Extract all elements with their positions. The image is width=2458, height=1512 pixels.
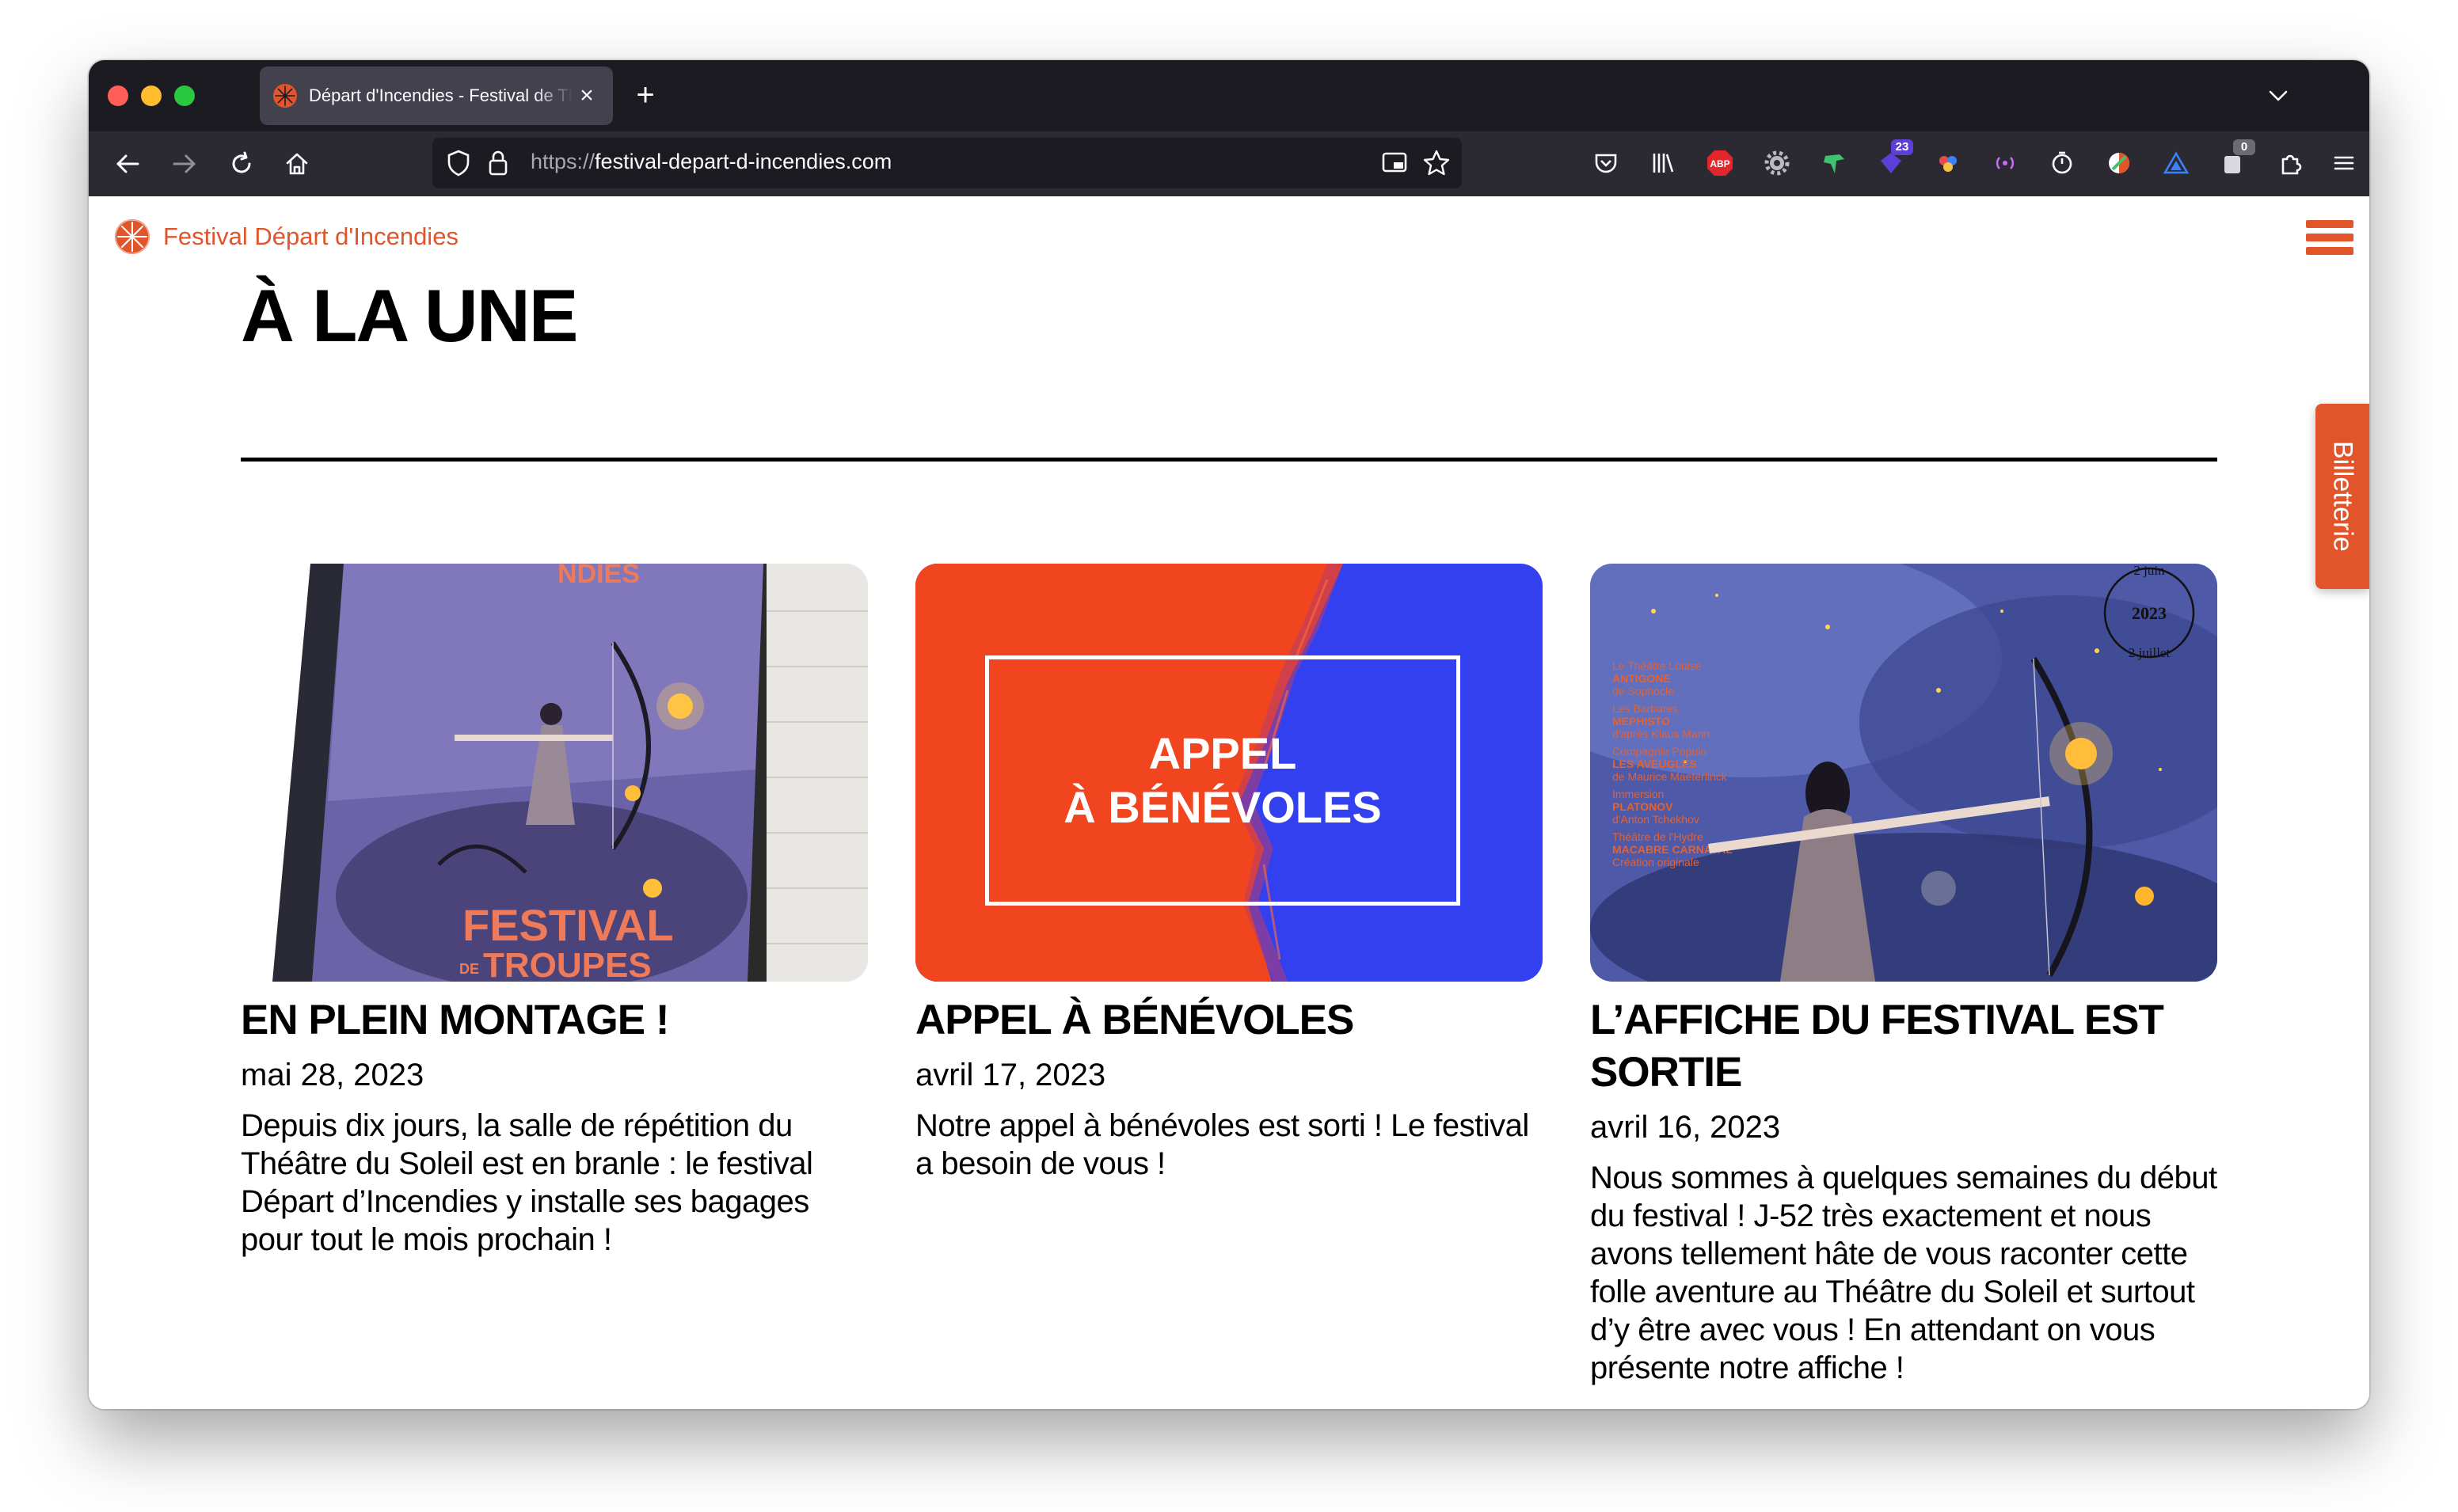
forward-arrow-icon — [173, 154, 196, 173]
svg-text:NDIES: NDIES — [557, 564, 640, 589]
poster-program-line: d'Anton Tchekhov — [1612, 813, 1699, 826]
article-card[interactable]: 2 juin 2023 2 juillet Le Théâtre Louise A… — [1590, 564, 2217, 1387]
article-date: avril 16, 2023 — [1590, 1110, 1781, 1145]
poster-festival-text: FESTIVAL — [462, 900, 674, 950]
poster-program-line: Compagnie Populo — [1612, 745, 1707, 758]
browser-window: Départ d'Incendies - Festival de Théâtre… — [89, 60, 2369, 1409]
lock-icon[interactable] — [486, 149, 510, 177]
poster-program-line: Immersion — [1612, 788, 1664, 800]
picture-in-picture-icon[interactable] — [1381, 150, 1408, 176]
address-bar[interactable]: https://festival-depart-d-incendies.com — [432, 138, 1462, 188]
tab-strip: Départ d'Incendies - Festival de Théâtre… — [89, 60, 2369, 131]
article-title[interactable]: L’AFFICHE DU FESTIVAL EST SORTIE — [1590, 994, 2217, 1099]
article-date: avril 17, 2023 — [915, 1058, 1106, 1092]
article-title[interactable]: APPEL À BÉNÉVOLES — [915, 994, 1543, 1047]
pocket-icon[interactable] — [1589, 146, 1623, 180]
forward-button[interactable] — [168, 147, 201, 180]
active-tab[interactable]: Départ d'Incendies - Festival de Théâtre… — [260, 66, 613, 125]
site-favicon-icon — [273, 84, 297, 108]
svg-text:DE: DE — [459, 961, 479, 977]
svg-text:ABP: ABP — [1710, 158, 1729, 169]
app-menu-icon[interactable] — [2327, 146, 2361, 180]
green-bird-extension-icon[interactable] — [1817, 146, 1851, 180]
counter-badge: 0 — [2233, 139, 2255, 155]
web-page: Festival Départ d'Incendies À LA UNE Bil… — [89, 196, 2369, 1409]
extensions-puzzle-icon[interactable] — [2273, 146, 2308, 180]
article-card[interactable]: APPEL À BÉNÉVOLES APPEL À BÉNÉVOLES avri… — [915, 564, 1543, 1183]
article-image-poster-photo[interactable]: NDIES FESTIVAL DE TROUPES — [241, 564, 868, 982]
notification-extension-icon[interactable]: 23 — [1874, 139, 1913, 180]
url-text[interactable]: https://festival-depart-d-incendies.com — [531, 150, 892, 174]
poster-program-line: PLATONOV — [1612, 800, 1673, 813]
home-icon — [286, 153, 308, 175]
poster-troupes-text: TROUPES — [483, 946, 652, 982]
fire-logo-icon — [115, 219, 150, 254]
article-excerpt: Nous sommes à quelques semaines du début… — [1590, 1161, 2217, 1385]
article-title[interactable]: EN PLEIN MONTAGE ! — [241, 994, 868, 1047]
library-icon[interactable] — [1646, 146, 1680, 180]
article-excerpt: Depuis dix jours, la salle de répétition… — [241, 1108, 813, 1257]
reload-button[interactable] — [225, 147, 258, 180]
page-title: À LA UNE — [241, 274, 578, 357]
home-button[interactable] — [280, 147, 314, 180]
counter-extension-icon[interactable]: 0 — [2216, 139, 2255, 180]
site-logo-link[interactable]: Festival Départ d'Incendies — [114, 218, 458, 255]
close-window-button[interactable] — [108, 85, 128, 106]
dark-reader-extension-icon[interactable] — [2102, 146, 2136, 180]
article-date: mai 28, 2023 — [241, 1058, 424, 1092]
list-all-tabs-icon[interactable] — [2266, 84, 2290, 108]
adblock-plus-icon[interactable]: ABP — [1703, 146, 1737, 180]
navigation-toolbar: https://festival-depart-d-incendies.com … — [89, 131, 2369, 196]
seal-year: 2023 — [2132, 603, 2167, 623]
seal-start-date: 2 juin — [2133, 564, 2165, 578]
minimize-window-button[interactable] — [141, 85, 162, 106]
new-tab-button[interactable]: + — [627, 78, 664, 114]
article-image-appel-benevoles[interactable]: APPEL À BÉNÉVOLES — [915, 564, 1543, 982]
menu-hamburger-icon[interactable] — [2306, 220, 2353, 255]
poster-program-line: de Maurice Maeterlinck — [1612, 770, 1728, 783]
zoom-window-button[interactable] — [174, 85, 195, 106]
tab-close-icon[interactable]: × — [573, 82, 600, 109]
bookmark-star-icon[interactable] — [1422, 149, 1451, 177]
poster-program-line: LES AVEUGLES — [1612, 758, 1697, 770]
timer-extension-icon[interactable] — [2045, 146, 2079, 180]
billetterie-label: Billetterie — [2327, 441, 2358, 552]
triangle-extension-icon[interactable] — [2159, 146, 2194, 180]
url-protocol: https:// — [531, 150, 595, 173]
poster-program-line: d'après Klaus Mann — [1612, 728, 1710, 740]
color-dots-extension-icon[interactable] — [1931, 146, 1965, 180]
poster-program-line: Les Barbares — [1612, 702, 1678, 715]
article-card[interactable]: NDIES FESTIVAL DE TROUPES EN PLEIN MONTA… — [241, 564, 868, 1259]
tracking-protection-shield-icon[interactable] — [445, 149, 472, 177]
article-excerpt: Notre appel à bénévoles est sorti ! Le f… — [915, 1108, 1529, 1181]
title-divider — [241, 458, 2217, 462]
tab-title: Départ d'Incendies - Festival de Théâtre — [309, 85, 573, 105]
back-button[interactable] — [111, 147, 144, 180]
site-name: Festival Départ d'Incendies — [163, 222, 458, 250]
gear-extension-icon[interactable] — [1760, 146, 1794, 180]
appel-frame: APPEL À BÉNÉVOLES — [985, 655, 1460, 906]
broadcast-extension-icon[interactable] — [1988, 146, 2022, 180]
poster-program-line: Le Théâtre Louise — [1612, 659, 1702, 672]
notification-badge: 23 — [1891, 139, 1913, 155]
article-image-festival-poster[interactable]: 2 juin 2023 2 juillet Le Théâtre Louise A… — [1590, 564, 2217, 982]
poster-program-line: MEPHISTO — [1612, 715, 1670, 728]
reload-icon — [232, 151, 251, 173]
poster-program-line: ANTIGONE — [1612, 672, 1671, 685]
back-arrow-icon — [116, 154, 139, 173]
poster-program-line: Création originale — [1612, 856, 1699, 868]
billetterie-button[interactable]: Billetterie — [2315, 404, 2369, 589]
url-domain: festival-depart-d-incendies.com — [595, 150, 892, 173]
poster-program-line: de Sophocle — [1612, 685, 1674, 697]
seal-end-date: 2 juillet — [2129, 645, 2171, 660]
poster-program-line: Théâtre de l'Hydre — [1612, 830, 1703, 843]
